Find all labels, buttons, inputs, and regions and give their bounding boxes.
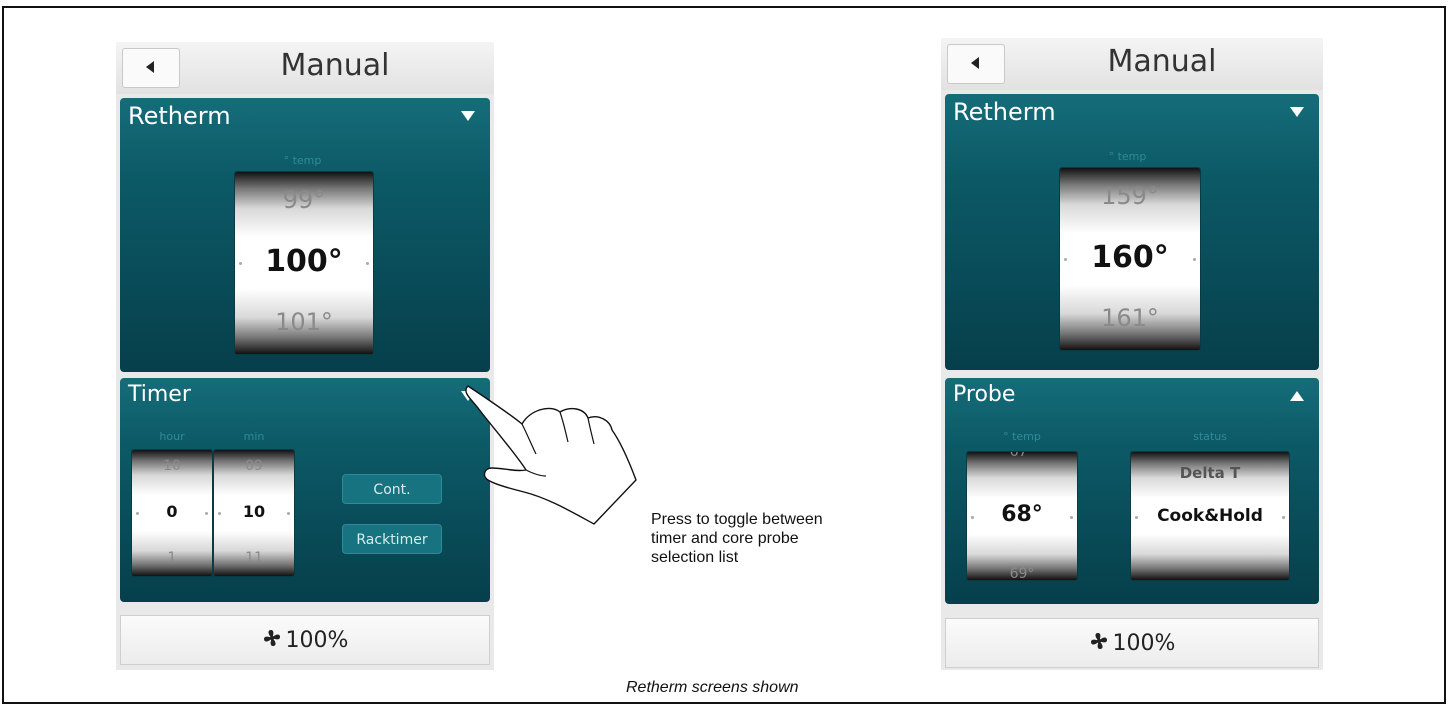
probe-temp-caption: ° temp <box>1003 430 1041 443</box>
retherm-title: Retherm <box>953 98 1056 126</box>
roller-current-value: 0 <box>166 502 178 521</box>
page-title: Manual <box>280 48 390 83</box>
probe-panel-header[interactable]: Probe <box>945 378 1319 416</box>
title-bar: Manual <box>116 42 494 94</box>
retherm-panel-header[interactable]: Retherm <box>120 98 490 136</box>
roller-next-value: 11 <box>245 550 263 566</box>
roller-current-value: 100° <box>265 244 343 279</box>
roller-marker <box>136 512 139 515</box>
retherm-panel: Retherm ° temp 99° 100° 101° <box>120 98 490 372</box>
min-caption: min <box>243 430 265 443</box>
back-button[interactable] <box>947 44 1005 84</box>
timer-panel: Timer hour min 10 0 1 09 10 11 Cont. Rac… <box>120 378 490 602</box>
hour-roller[interactable]: 10 0 1 <box>132 450 212 576</box>
page-title: Manual <box>1107 44 1217 79</box>
probe-status-caption: status <box>1193 430 1227 443</box>
triangle-up-icon[interactable] <box>1289 390 1305 402</box>
retherm-title: Retherm <box>128 102 231 130</box>
roller-marker <box>1070 516 1073 519</box>
cont-button[interactable]: Cont. <box>342 474 442 504</box>
fan-icon <box>262 628 286 652</box>
retherm-panel-header[interactable]: Retherm <box>945 94 1319 132</box>
retherm-panel: Retherm ° temp 159° 160° 161° <box>945 94 1319 370</box>
roller-next-value: 1 <box>167 550 177 566</box>
roller-next-value: 69° <box>1009 566 1035 580</box>
roller-prev-value: 99° <box>282 186 326 214</box>
right-screen: Manual Retherm ° temp 159° 160° 161° Pro… <box>941 38 1323 670</box>
fan-speed-bar[interactable]: 100% <box>120 615 490 665</box>
title-bar: Manual <box>941 38 1323 90</box>
roller-current-value: 160° <box>1091 240 1169 275</box>
roller-next-value: 161° <box>1101 304 1159 332</box>
back-button[interactable] <box>122 48 180 88</box>
roller-prev-value: 10 <box>163 458 181 474</box>
probe-status-roller[interactable]: Delta T Cook&Hold <box>1131 452 1289 580</box>
fan-speed-label: 100% <box>1112 630 1176 656</box>
roller-marker <box>1064 258 1067 261</box>
triangle-down-icon[interactable] <box>1289 106 1305 118</box>
roller-marker <box>1193 258 1196 261</box>
roller-prev-value: 159° <box>1101 182 1159 210</box>
roller-marker <box>218 512 221 515</box>
roller-marker <box>1135 516 1138 519</box>
roller-marker <box>971 516 974 519</box>
figure-caption: Retherm screens shown <box>626 679 799 696</box>
triangle-down-icon[interactable] <box>460 110 476 122</box>
fan-speed-label: 100% <box>285 627 349 653</box>
fan-icon <box>1089 631 1113 655</box>
roller-current-value: 68° <box>1001 502 1043 527</box>
instruction-line: Press to toggle between <box>651 511 823 528</box>
probe-panel: Probe ° temp status 67° 68° 69° Delta T … <box>945 378 1319 604</box>
timer-panel-header[interactable]: Timer <box>120 378 490 416</box>
toggle-instruction: Press to toggle between timer and core p… <box>651 510 823 567</box>
oven-temp-roller[interactable]: 99° 100° 101° <box>235 172 373 354</box>
temp-caption: ° temp <box>283 154 322 167</box>
roller-marker <box>287 512 290 515</box>
roller-prev-value: 09 <box>245 458 263 474</box>
roller-next-value: 101° <box>275 308 333 336</box>
temp-caption: ° temp <box>1108 150 1147 163</box>
instruction-line: selection list <box>651 549 739 566</box>
roller-prev-value: Delta T <box>1179 464 1241 482</box>
roller-marker <box>1282 516 1285 519</box>
back-triangle-icon <box>144 59 158 78</box>
probe-title: Probe <box>953 382 1016 407</box>
fan-speed-bar[interactable]: 100% <box>945 618 1319 668</box>
roller-marker <box>366 262 369 265</box>
hour-caption: hour <box>159 430 185 443</box>
oven-temp-roller[interactable]: 159° 160° 161° <box>1060 168 1200 350</box>
roller-marker <box>239 262 242 265</box>
back-triangle-icon <box>969 55 983 74</box>
instruction-line: timer and core probe <box>651 530 799 547</box>
minute-roller[interactable]: 09 10 11 <box>214 450 294 576</box>
roller-marker <box>205 512 208 515</box>
roller-prev-value: 67° <box>1009 452 1035 460</box>
roller-current-value: 10 <box>242 502 266 521</box>
left-screen: Manual Retherm ° temp 99° 100° 101° Time… <box>116 42 494 670</box>
roller-current-value: Cook&Hold <box>1157 506 1263 526</box>
timer-title: Timer <box>128 382 191 407</box>
racktimer-button[interactable]: Racktimer <box>342 524 442 554</box>
probe-temp-roller[interactable]: 67° 68° 69° <box>967 452 1077 580</box>
